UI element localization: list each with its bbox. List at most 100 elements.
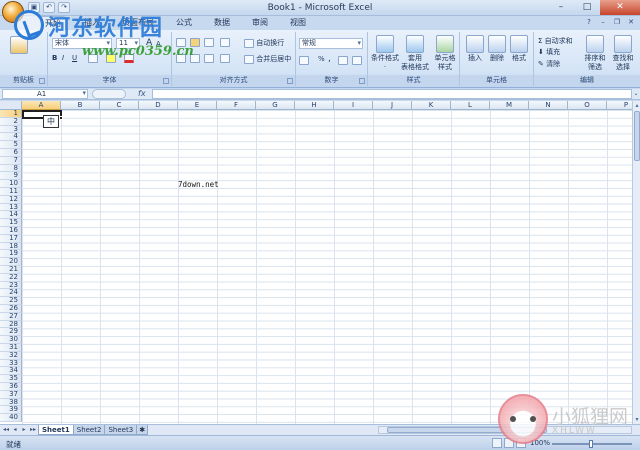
column-header-o[interactable]: O xyxy=(568,101,607,110)
alignment-launcher-icon[interactable] xyxy=(287,78,293,84)
sort-filter-button[interactable]: 排序和 筛选 xyxy=(580,35,610,72)
column-header-c[interactable]: C xyxy=(100,101,139,110)
expand-formula-bar-icon[interactable]: ⌄ xyxy=(632,89,640,99)
fill-handle[interactable] xyxy=(59,116,63,120)
font-launcher-icon[interactable] xyxy=(163,78,169,84)
number-group: 常规 % , 数字 xyxy=(296,32,368,86)
merge-center-button[interactable]: 合并后居中 xyxy=(244,54,291,64)
format-as-table-label-1: 套用 xyxy=(408,54,422,62)
align-right-icon[interactable] xyxy=(204,54,214,63)
column-header-m[interactable]: M xyxy=(490,101,529,110)
name-box[interactable]: A1 xyxy=(2,89,88,99)
conditional-format-button[interactable]: 条件格式 · xyxy=(370,35,400,72)
clear-button[interactable]: ✎ 清除 xyxy=(538,59,560,69)
workbook-close-icon[interactable]: ✕ xyxy=(626,17,636,27)
select-all-button[interactable] xyxy=(0,101,22,110)
zoom-slider[interactable] xyxy=(552,440,632,448)
sort-filter-label-1: 排序和 xyxy=(584,54,606,62)
sheet-tab-sheet1[interactable]: Sheet1 xyxy=(38,425,74,435)
cells-group-label: 单元格 xyxy=(460,75,533,86)
fill-button[interactable]: ⬇ 填充 xyxy=(538,47,560,57)
fill-label: 填充 xyxy=(546,48,561,56)
wrap-text-button[interactable]: 自动换行 xyxy=(244,38,284,48)
row-header-3[interactable]: 3 xyxy=(0,125,22,134)
format-cells-icon xyxy=(510,35,528,53)
next-sheet-icon[interactable]: ▸ xyxy=(20,425,28,435)
row-header-8[interactable]: 8 xyxy=(0,164,22,173)
orientation-icon[interactable] xyxy=(220,38,230,47)
number-format-combo[interactable]: 常规 xyxy=(299,38,363,49)
column-header-l[interactable]: L xyxy=(451,101,490,110)
cell-styles-button[interactable]: 单元格 样式 xyxy=(430,35,460,72)
number-launcher-icon[interactable] xyxy=(359,78,365,84)
cell-styles-label-2: 样式 xyxy=(438,63,452,71)
increase-decimal-icon[interactable] xyxy=(338,56,348,65)
decrease-decimal-icon[interactable] xyxy=(352,56,362,65)
maximize-button[interactable]: □ xyxy=(574,0,600,15)
column-header-e[interactable]: E xyxy=(178,101,217,110)
sheet-tab-sheet3[interactable]: Sheet3 xyxy=(104,425,138,435)
row-header-4[interactable]: 4 xyxy=(0,133,22,142)
tab-view[interactable]: 视图 xyxy=(286,16,310,30)
sheet-tabs: Sheet1 Sheet2 Sheet3 ✱ xyxy=(38,425,149,435)
align-bottom-icon[interactable] xyxy=(204,38,214,47)
column-header-d[interactable]: D xyxy=(139,101,178,110)
formula-bar: A1 fx ⌄ xyxy=(0,89,640,100)
row-header-40[interactable]: 40 xyxy=(0,413,22,422)
format-as-table-button[interactable]: 套用 表格格式 xyxy=(400,35,430,72)
column-header-g[interactable]: G xyxy=(256,101,295,110)
normal-view-icon[interactable] xyxy=(492,438,502,448)
cell-e8[interactable]: 7down.net xyxy=(178,180,219,189)
help-icon[interactable]: ? xyxy=(584,17,594,27)
column-header-f[interactable]: F xyxy=(217,101,256,110)
row-header-1[interactable]: 1 xyxy=(0,109,22,118)
bold-button[interactable]: B xyxy=(52,54,57,62)
vertical-scrollbar[interactable]: ▴ ▾ xyxy=(632,101,640,424)
tab-formulas[interactable]: 公式 xyxy=(172,16,196,30)
row-header-2[interactable]: 2 xyxy=(0,117,22,126)
sheet-tab-sheet2[interactable]: Sheet2 xyxy=(72,425,106,435)
column-header-i[interactable]: I xyxy=(334,101,373,110)
scroll-up-icon[interactable]: ▴ xyxy=(633,101,640,110)
cell-area[interactable] xyxy=(22,110,632,424)
column-header-b[interactable]: B xyxy=(61,101,100,110)
editing-group-label: 编辑 xyxy=(534,75,640,86)
formula-input[interactable] xyxy=(152,89,632,99)
conditional-format-icon xyxy=(376,35,394,53)
clipboard-launcher-icon[interactable] xyxy=(39,78,45,84)
column-header-n[interactable]: N xyxy=(529,101,568,110)
format-cells-button[interactable]: 格式 xyxy=(504,35,534,63)
row-header-7[interactable]: 7 xyxy=(0,156,22,165)
column-header-k[interactable]: K xyxy=(412,101,451,110)
find-select-button[interactable]: 查找和 选择 xyxy=(608,35,638,72)
minimize-button[interactable]: – xyxy=(548,0,574,15)
insert-function-button[interactable]: fx xyxy=(138,89,146,98)
autosum-button[interactable]: Σ 自动求和 xyxy=(538,36,573,46)
percent-button[interactable]: % xyxy=(318,55,325,63)
insert-sheet-icon[interactable]: ✱ xyxy=(136,425,149,435)
fox-watermark-icon xyxy=(498,394,548,444)
column-header-h[interactable]: H xyxy=(295,101,334,110)
scroll-down-icon[interactable]: ▾ xyxy=(633,415,640,424)
workbook-minimize-icon[interactable]: – xyxy=(598,17,608,27)
column-header-a[interactable]: A xyxy=(22,101,61,110)
wrap-text-label: 自动换行 xyxy=(256,39,285,47)
first-sheet-icon[interactable]: ◂◂ xyxy=(2,425,10,435)
close-button[interactable]: ✕ xyxy=(600,0,640,15)
row-header-6[interactable]: 6 xyxy=(0,148,22,157)
column-header-j[interactable]: J xyxy=(373,101,412,110)
row-header-5[interactable]: 5 xyxy=(0,140,22,149)
indent-icon[interactable] xyxy=(220,54,230,63)
vertical-scroll-thumb[interactable] xyxy=(634,111,640,161)
format-as-table-label-2: 表格格式 xyxy=(401,63,429,71)
comma-button[interactable]: , xyxy=(328,54,331,64)
tab-review[interactable]: 审阅 xyxy=(248,16,272,30)
last-sheet-icon[interactable]: ▸▸ xyxy=(29,425,37,435)
prev-sheet-icon[interactable]: ◂ xyxy=(11,425,19,435)
italic-button[interactable]: I xyxy=(62,54,64,62)
workbook-restore-icon[interactable]: ❐ xyxy=(612,17,622,27)
zoom-slider-knob[interactable] xyxy=(589,440,593,448)
underline-button[interactable]: U xyxy=(72,54,77,62)
tab-data[interactable]: 数据 xyxy=(210,16,234,30)
currency-icon[interactable] xyxy=(299,56,309,65)
